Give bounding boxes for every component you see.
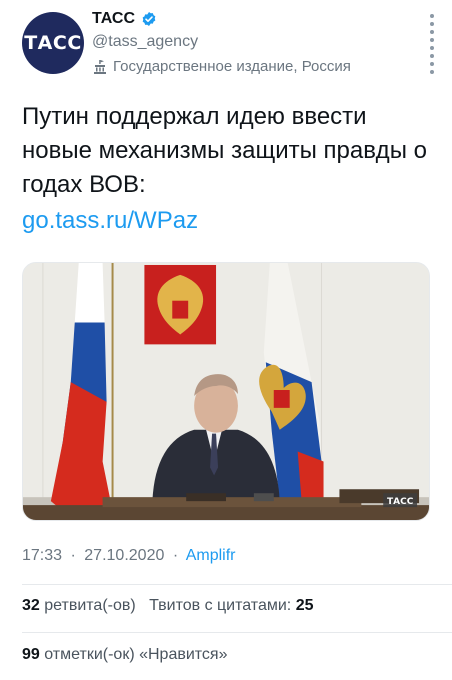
retweets-stat[interactable]: 32 ретвита(-ов) — [22, 597, 136, 614]
more-options-button[interactable] — [426, 12, 438, 74]
tweet-card: ТАСС ТАСС @tass_agency Государственное и… — [0, 0, 452, 680]
tweet-date[interactable]: 27.10.2020 — [84, 547, 164, 564]
tweet-source-link[interactable]: Amplifr — [186, 547, 236, 564]
photo-illustration — [23, 263, 429, 520]
handle[interactable]: @tass_agency — [92, 33, 198, 51]
retweet-quote-stats: 32 ретвита(-ов) Твитов с цитатами: 25 — [22, 597, 313, 615]
name-row: ТАСС — [92, 10, 157, 28]
divider — [22, 584, 452, 585]
display-name[interactable]: ТАСС — [92, 10, 135, 28]
tweet-link[interactable]: go.tass.ru/WPaz — [22, 204, 198, 238]
avatar-logo-text: ТАСС — [24, 32, 82, 54]
tweet-text: Путин поддержал идею ввести новые механи… — [22, 103, 427, 198]
likes-stat[interactable]: 99 отметки(-ок) «Нравится» — [22, 646, 227, 664]
state-media-label-text: Государственное издание, Россия — [113, 58, 351, 75]
likes-count: 99 — [22, 646, 40, 663]
government-building-icon — [94, 59, 106, 74]
likes-label: отметки(-ок) «Нравится» — [44, 646, 228, 663]
quotes-stat[interactable]: Твитов с цитатами: 25 — [149, 597, 313, 614]
retweets-label: ретвита(-ов) — [44, 597, 136, 614]
tweet-meta: 17:33 · 27.10.2020 · Amplifr — [22, 547, 235, 565]
avatar[interactable]: ТАСС — [22, 12, 84, 74]
quotes-count: 25 — [295, 597, 314, 614]
quotes-label: Твитов с цитатами: — [149, 597, 292, 614]
photo-watermark: ТАСС — [387, 497, 414, 507]
tweet-time[interactable]: 17:33 — [22, 547, 62, 564]
meta-separator: · — [172, 547, 179, 564]
more-dots-icon — [430, 14, 434, 74]
meta-separator: · — [70, 547, 76, 564]
verified-badge-icon — [142, 12, 156, 26]
state-media-label[interactable]: Государственное издание, Россия — [92, 58, 351, 75]
retweets-count: 32 — [22, 597, 40, 614]
divider — [22, 632, 452, 633]
tweet-photo[interactable]: ТАСС — [22, 262, 430, 521]
